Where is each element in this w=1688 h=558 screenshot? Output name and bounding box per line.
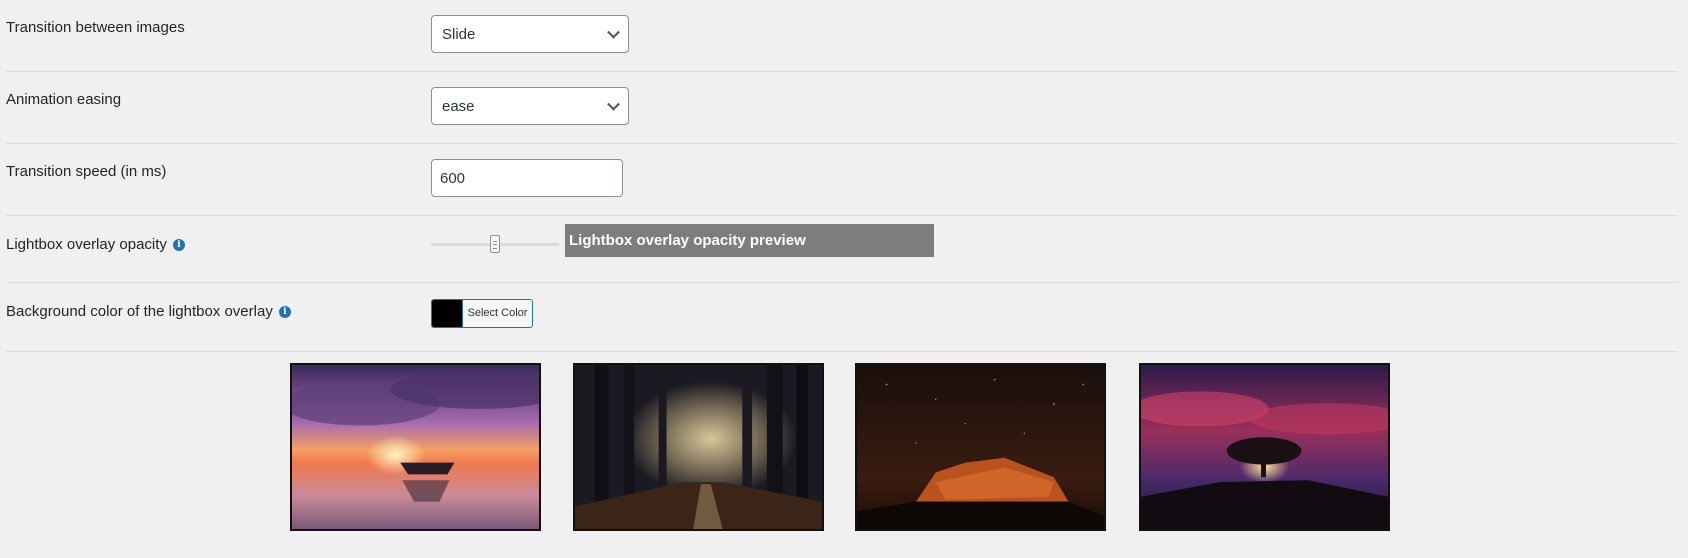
easing-label: Animation easing [6,90,121,110]
transition-label-text: Transition between images [6,19,185,36]
lightbox-settings-panel: Transition between images Slide Animatio… [0,0,1688,558]
opacity-slider-handle[interactable] [490,235,500,253]
gallery-image-starry-rock[interactable] [855,363,1106,531]
gallery-image-sunset-lake[interactable] [290,363,541,531]
bg-color-label-text: Background color of the lightbox overlay [6,303,273,320]
opacity-preview: Lightbox overlay opacity preview [565,224,934,257]
bg-color-label: Background color of the lightbox overlay… [6,302,291,322]
gallery-image-lone-tree[interactable] [1139,363,1390,531]
speed-label-text: Transition speed (in ms) [6,163,167,180]
sunset-lake-image [292,365,539,529]
speed-label: Transition speed (in ms) [6,162,166,182]
setting-row-transition: Transition between images Slide [6,0,1678,72]
easing-select-value: ease [442,97,475,115]
color-swatch [432,300,463,327]
forest-path-image [575,365,822,529]
transition-select-value: Slide [442,25,476,43]
easing-label-text: Animation easing [6,91,122,108]
select-color-label: Select Color [467,307,528,319]
setting-row-speed: Transition speed (in ms) 600 [6,144,1678,216]
setting-row-bg-color: Background color of the lightbox overlay… [6,283,1678,352]
transition-label: Transition between images [6,18,185,38]
easing-select[interactable]: ease [431,87,629,125]
speed-input[interactable]: 600 [431,159,623,197]
info-icon[interactable]: i [172,239,185,251]
setting-row-easing: Animation easing ease [6,72,1678,144]
gallery-image-forest-path[interactable] [573,363,824,531]
chevron-down-icon [607,25,620,39]
speed-input-value: 600 [440,169,466,187]
lone-tree-image [1141,365,1388,529]
info-icon[interactable]: i [278,306,291,318]
chevron-down-icon [607,97,620,111]
opacity-label: Lightbox overlay opacity i [6,235,185,255]
opacity-label-text: Lightbox overlay opacity [6,236,167,253]
setting-row-opacity: Lightbox overlay opacity i Lightbox over… [6,216,1678,283]
select-color-button[interactable]: Select Color [431,299,533,328]
opacity-slider[interactable] [431,235,559,253]
transition-select[interactable]: Slide [431,15,629,53]
starry-rock-image [857,365,1104,529]
